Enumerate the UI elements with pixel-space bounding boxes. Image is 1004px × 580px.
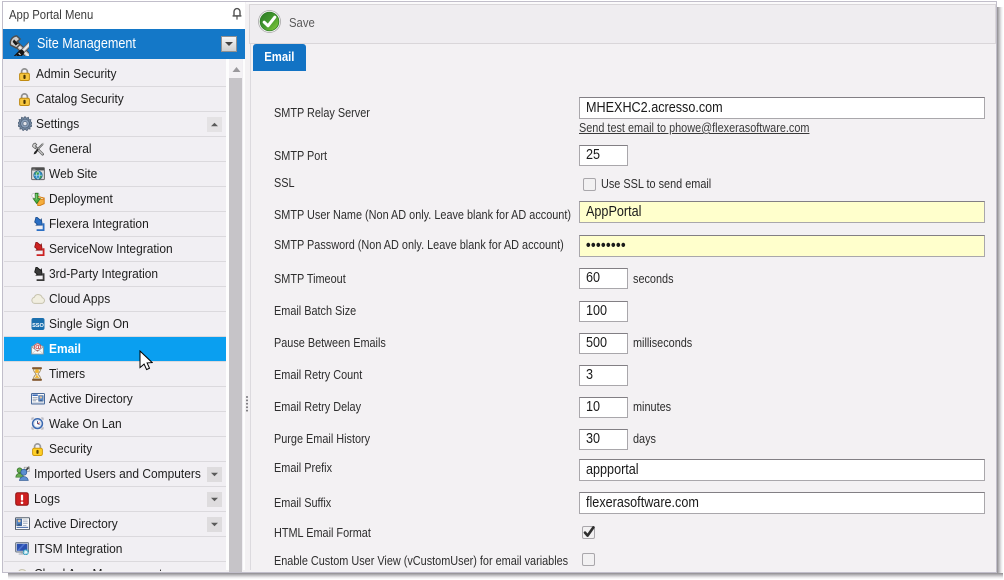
svg-text:SSO: SSO <box>32 323 44 329</box>
